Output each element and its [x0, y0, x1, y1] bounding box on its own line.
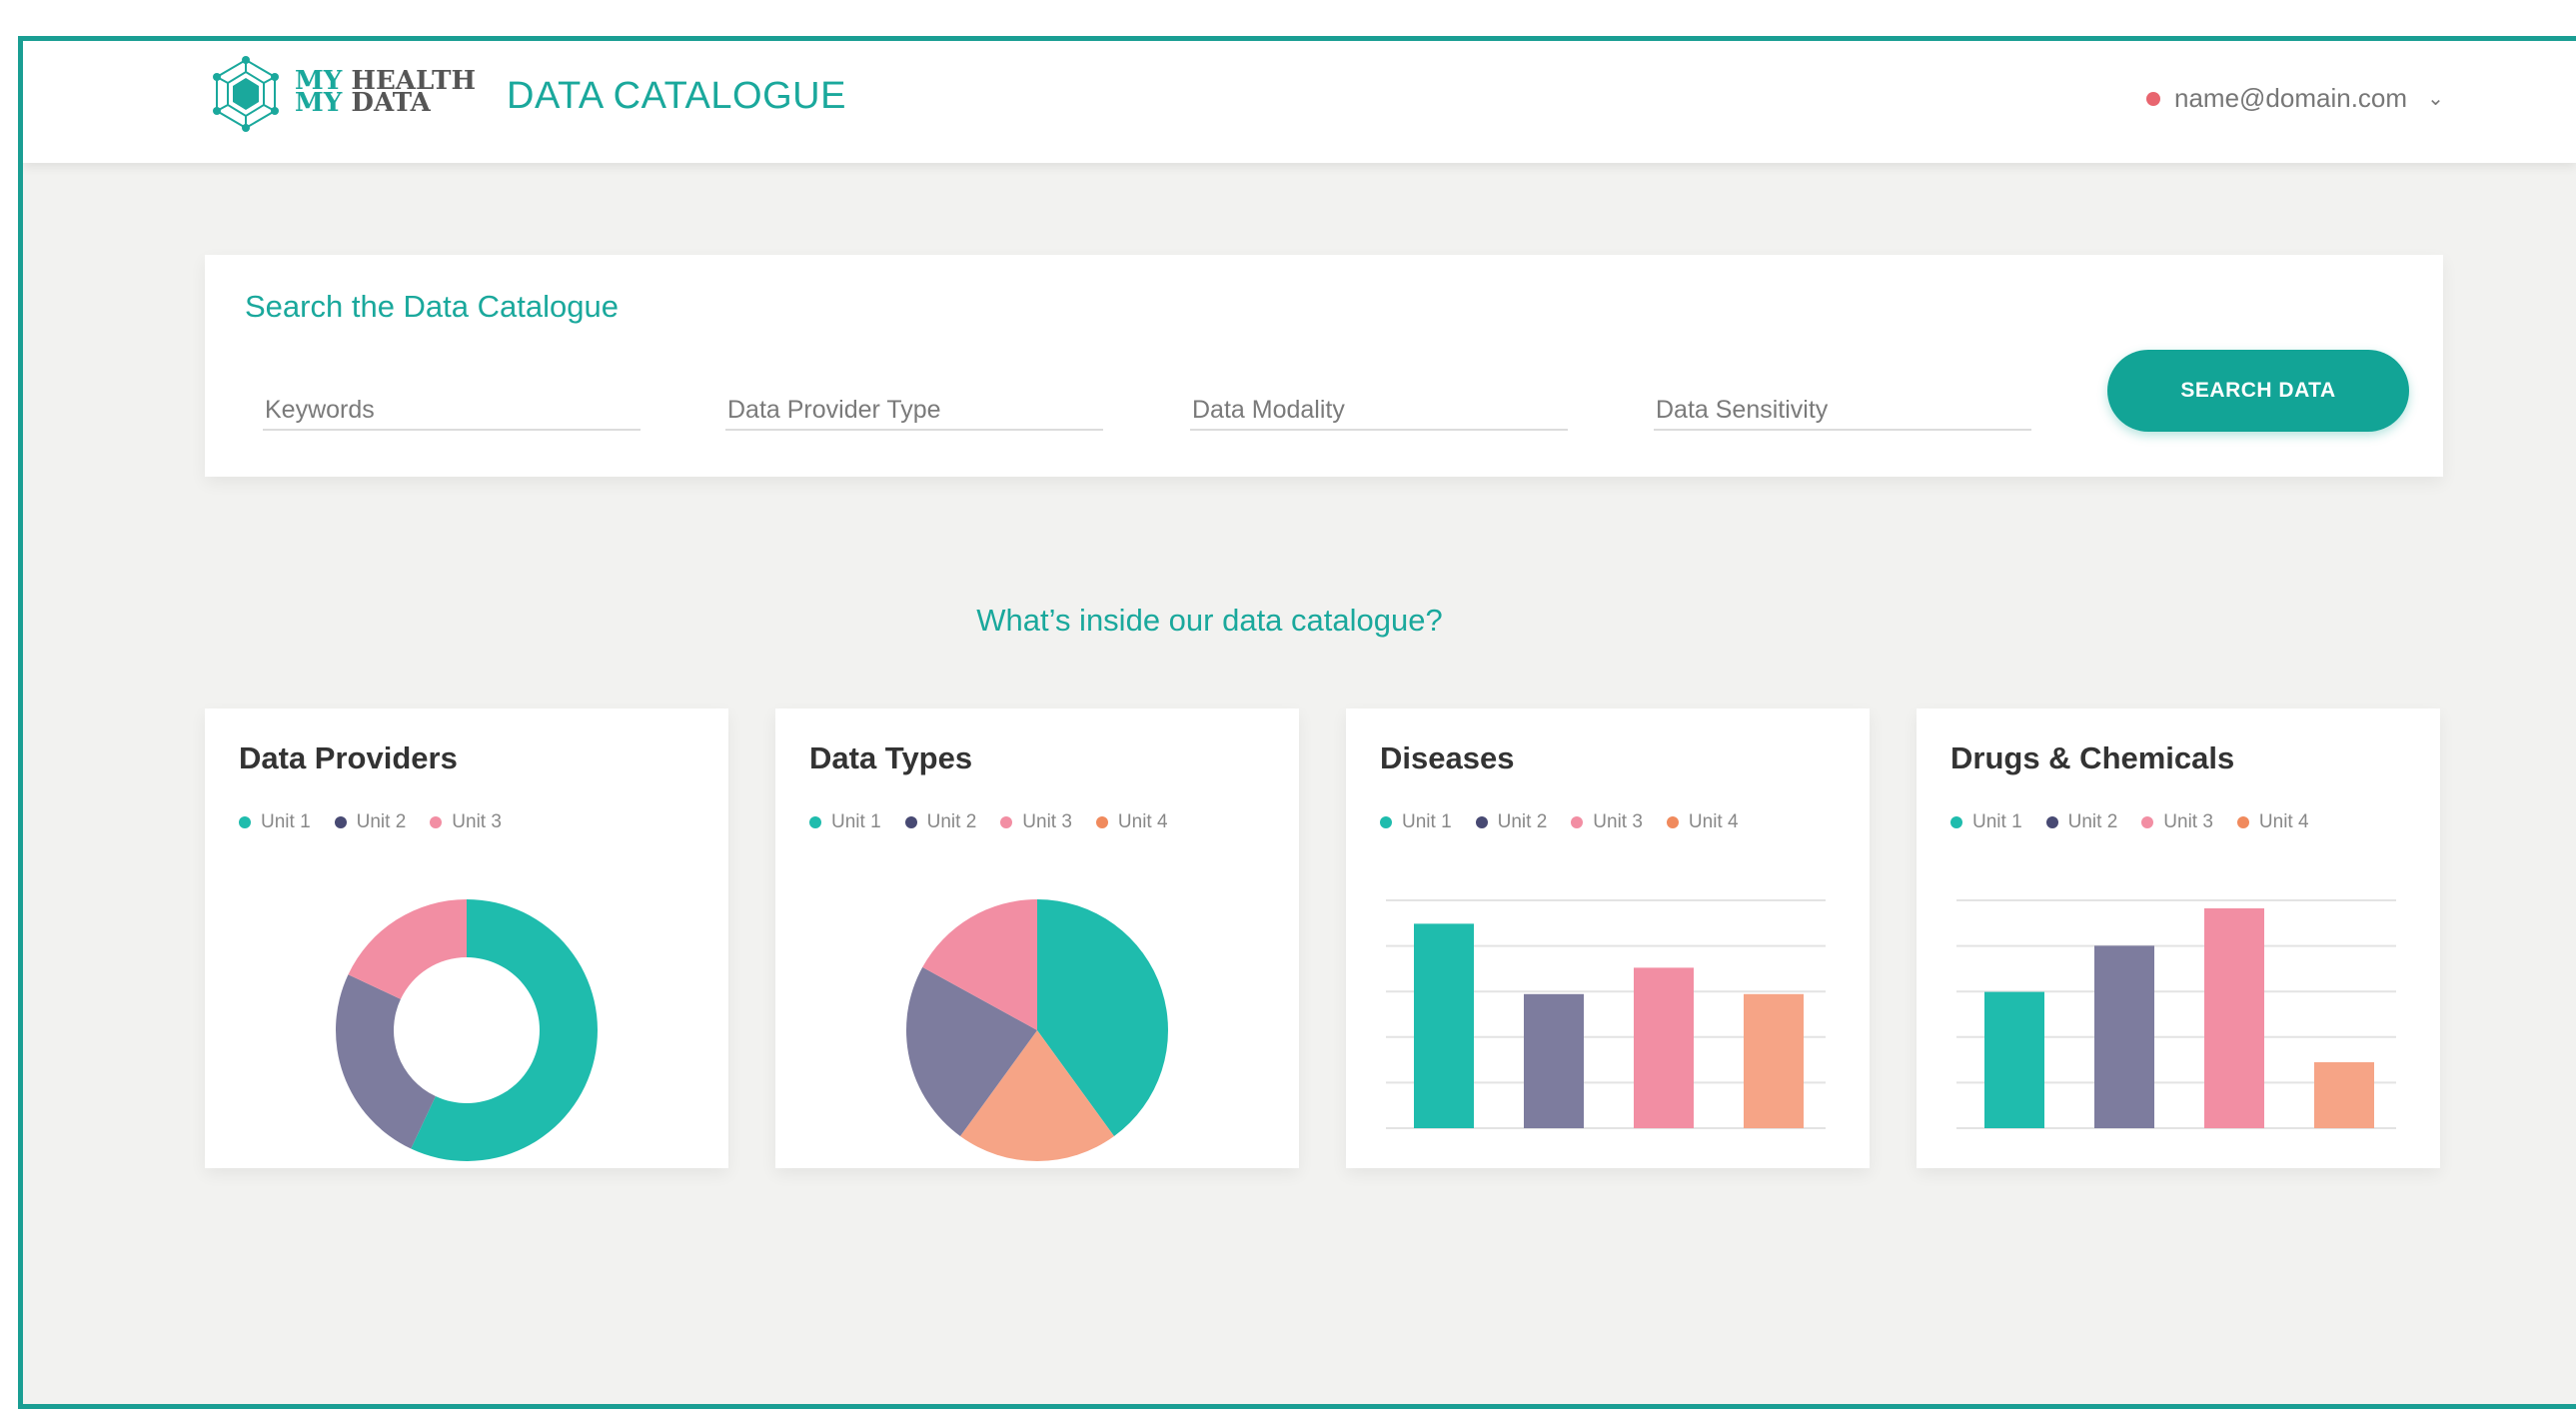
- user-email: name@domain.com: [2174, 83, 2408, 113]
- bar-unit-2: [2094, 945, 2154, 1128]
- bar-unit-4: [1744, 993, 1804, 1128]
- legend-item: Unit 1: [1950, 811, 2022, 833]
- section-heading: What’s inside our data catalogue?: [976, 603, 1443, 638]
- app-title: DATA CATALOGUE: [507, 75, 846, 117]
- legend-label: Unit 1: [831, 811, 881, 832]
- chevron-down-icon[interactable]: ⌄: [2427, 86, 2444, 111]
- bar-unit-3: [2204, 908, 2264, 1128]
- legend-dot: [334, 816, 347, 828]
- legend-label: Unit 3: [2163, 811, 2213, 832]
- card-title: Drugs & Chemicals: [1950, 740, 2235, 775]
- legend-dot: [1000, 816, 1013, 828]
- chart-legend: Unit 1 Unit 2 Unit 3 Unit 4: [1950, 811, 2309, 833]
- legend-dot: [904, 816, 917, 828]
- legend-dot: [2141, 816, 2154, 828]
- legend-label: Unit 4: [1688, 811, 1739, 832]
- legend-label: Unit 2: [2067, 811, 2118, 832]
- legend-dot: [1475, 816, 1488, 828]
- bar-unit-3: [1634, 967, 1694, 1128]
- legend-label: Unit 3: [1022, 811, 1072, 832]
- chart-legend: Unit 1 Unit 2 Unit 3: [239, 811, 502, 833]
- legend-label: Unit 3: [1593, 811, 1643, 832]
- legend-label: Unit 4: [1117, 811, 1168, 832]
- legend-label: Unit 2: [926, 811, 977, 832]
- legend-dot: [239, 816, 251, 828]
- top-navigation-bar: MY HEALTH MY DATA DATA CATALOGUE name@do…: [23, 41, 2576, 163]
- bar-unit-1: [1984, 991, 2044, 1128]
- legend-item: Unit 2: [904, 811, 977, 833]
- bar-unit-2: [1524, 993, 1584, 1128]
- legend-item: Unit 2: [2045, 811, 2118, 833]
- legend-dot: [1380, 816, 1392, 828]
- legend-item: Unit 2: [334, 811, 407, 833]
- bar-chart: [1386, 899, 1826, 1129]
- legend-dot: [2045, 816, 2058, 828]
- data-provider-type-input[interactable]: [725, 391, 1103, 431]
- user-status-dot: [2146, 91, 2160, 106]
- chart-card-drugs-chemicals: Drugs & Chemicals Unit 1 Unit 2 Unit 3 Unit…: [1917, 708, 2440, 1168]
- bar-unit-4: [2314, 1062, 2374, 1128]
- legend-label: Unit 1: [1402, 811, 1452, 832]
- legend-item: Unit 4: [1666, 811, 1739, 833]
- legend-item: Unit 1: [1380, 811, 1452, 833]
- logo-icon: [213, 56, 279, 132]
- chart-card-data-types: Data Types Unit 1 Unit 2 Unit 3 Unit 4: [775, 708, 1299, 1168]
- legend-item: Unit 4: [2236, 811, 2309, 833]
- legend-dot: [1666, 816, 1679, 828]
- pie-chart: [906, 899, 1168, 1161]
- legend-item: Unit 3: [1571, 811, 1643, 833]
- search-data-button[interactable]: SEARCH DATA: [2107, 350, 2409, 432]
- card-title: Data Providers: [239, 740, 458, 775]
- legend-item: Unit 3: [2141, 811, 2213, 833]
- chart-legend: Unit 1 Unit 2 Unit 3 Unit 4: [1380, 811, 1739, 833]
- legend-label: Unit 2: [356, 811, 407, 832]
- search-panel-title: Search the Data Catalogue: [245, 289, 619, 324]
- card-title: Diseases: [1380, 740, 1515, 775]
- legend-item: Unit 4: [1095, 811, 1168, 833]
- legend-item: Unit 3: [1000, 811, 1072, 833]
- legend-item: Unit 2: [1475, 811, 1548, 833]
- chart-card-data-providers: Data Providers Unit 1 Unit 2 Unit 3: [205, 708, 728, 1168]
- legend-item: Unit 1: [239, 811, 311, 833]
- logo-my-2: MY: [295, 88, 343, 118]
- card-title: Data Types: [809, 740, 973, 775]
- legend-label: Unit 1: [1972, 811, 2022, 832]
- data-modality-input[interactable]: [1190, 391, 1568, 431]
- legend-dot: [1950, 816, 1962, 828]
- chart-card-diseases: Diseases Unit 1 Unit 2 Unit 3 Unit 4: [1346, 708, 1870, 1168]
- bar-unit-1: [1414, 923, 1474, 1128]
- pie-slice-unit-2: [336, 974, 436, 1149]
- legend-item: Unit 1: [809, 811, 881, 833]
- logo-wordmark: MY HEALTH MY DATA: [295, 68, 476, 116]
- legend-dot: [809, 816, 821, 828]
- logo-data: DATA: [351, 88, 431, 118]
- legend-label: Unit 3: [452, 811, 502, 832]
- bar-chart: [1956, 899, 2396, 1129]
- user-menu[interactable]: name@domain.com ⌄: [2146, 83, 2444, 114]
- legend-item: Unit 3: [430, 811, 502, 833]
- legend-label: Unit 1: [261, 811, 311, 832]
- legend-dot: [2236, 816, 2249, 828]
- keywords-input[interactable]: [263, 391, 641, 431]
- legend-label: Unit 2: [1497, 811, 1548, 832]
- legend-dot: [1571, 816, 1584, 828]
- donut-chart: [336, 899, 599, 1161]
- legend-dot: [1095, 816, 1108, 828]
- chart-legend: Unit 1 Unit 2 Unit 3 Unit 4: [809, 811, 1168, 833]
- data-sensitivity-input[interactable]: [1654, 391, 2031, 431]
- legend-dot: [430, 816, 443, 828]
- search-panel: Search the Data Catalogue SEARCH DATA: [205, 255, 2443, 477]
- legend-label: Unit 4: [2258, 811, 2309, 832]
- app-window: MY HEALTH MY DATA DATA CATALOGUE name@do…: [18, 36, 2576, 1409]
